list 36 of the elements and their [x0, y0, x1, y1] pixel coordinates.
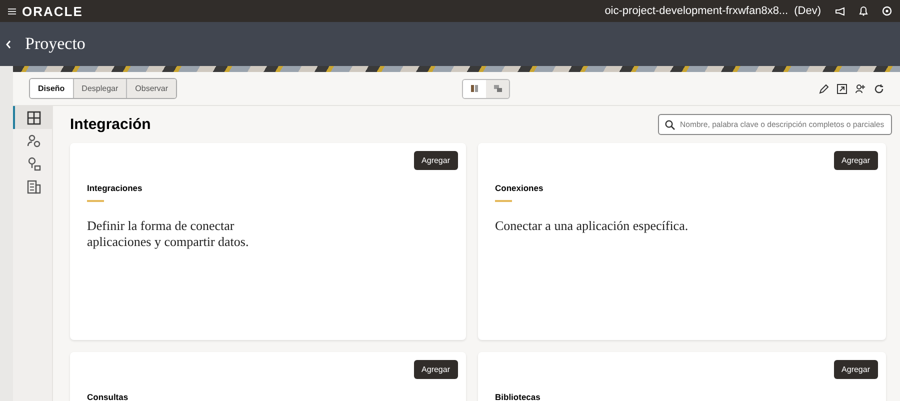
grid-icon — [26, 110, 42, 126]
card-description: Conectar a una aplicación específica. — [495, 218, 690, 234]
menu-icon[interactable] — [8, 8, 16, 14]
columns-icon — [471, 85, 478, 92]
stacked-squares-icon — [494, 85, 502, 92]
tab[interactable]: Desplegar — [74, 79, 128, 98]
card-title: Integraciones — [87, 183, 144, 193]
back-icon[interactable] — [6, 40, 11, 48]
people-icon — [26, 132, 42, 148]
card-title: Conexiones — [495, 183, 544, 193]
card-view-button[interactable] — [463, 80, 486, 98]
pencil-icon[interactable] — [819, 84, 829, 94]
card-title: Bibliotecas — [495, 392, 542, 401]
add-button[interactable]: Agregar — [414, 360, 458, 379]
section-heading: Integración — [70, 116, 151, 133]
megaphone-icon[interactable] — [835, 6, 845, 16]
sidebar-item[interactable] — [13, 106, 52, 129]
add-button[interactable]: Agregar — [414, 151, 458, 170]
export-icon[interactable] — [837, 84, 847, 94]
environment-label: (Dev) — [794, 5, 821, 17]
brand-logo: ORACLE — [22, 4, 83, 18]
connection-icon — [26, 156, 42, 172]
instance-name: oic-project-development-frxwfan8x8... — [604, 5, 788, 17]
add-button[interactable]: Agregar — [834, 151, 878, 170]
search-icon — [665, 120, 675, 130]
building-icon — [26, 178, 42, 194]
refresh-icon[interactable] — [874, 84, 884, 94]
tab[interactable]: Observar — [127, 79, 176, 98]
list-view-button[interactable] — [486, 80, 510, 98]
people-icon[interactable] — [855, 84, 866, 94]
bell-icon[interactable] — [859, 6, 868, 16]
page-title: Proyecto — [25, 34, 86, 54]
card-title: Consultas — [87, 392, 130, 401]
tab[interactable]: Diseño — [30, 79, 74, 98]
card-description: Definir la forma de conectar aplicaciones y compartir datos. — [87, 218, 250, 250]
add-button[interactable]: Agregar — [834, 360, 878, 379]
